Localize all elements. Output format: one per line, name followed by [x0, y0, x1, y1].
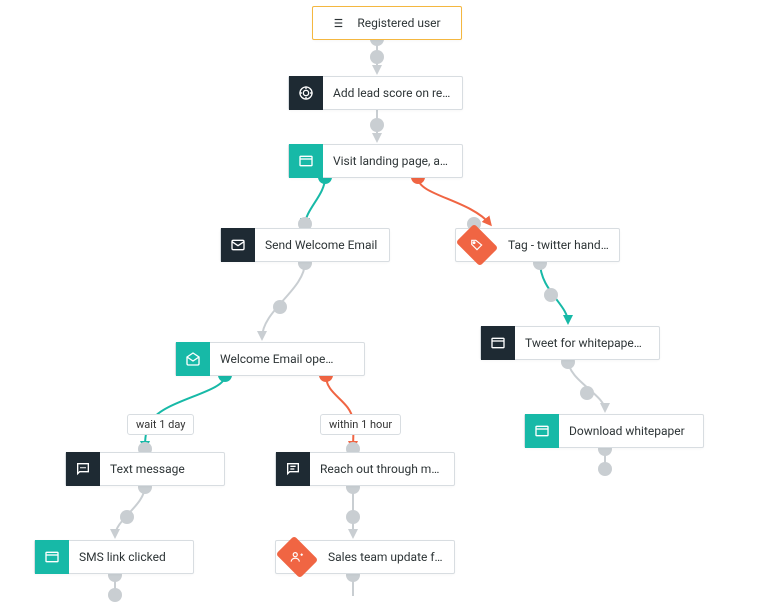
mail-closed-icon: [221, 228, 255, 262]
port: [544, 288, 558, 302]
node-label: SMS link clicked: [69, 550, 176, 564]
node-visit-landing[interactable]: Visit landing page, ap…: [288, 144, 463, 178]
node-send-welcome[interactable]: Send Welcome Email: [220, 228, 390, 262]
node-label: Reach out through mu…: [310, 462, 450, 476]
workflow-canvas[interactable]: Registered user Add lead score on reg… V…: [0, 0, 757, 603]
node-reach-out[interactable]: Reach out through mu…: [275, 452, 455, 486]
node-label: Tweet for whitepaper …: [515, 336, 655, 350]
within-badge: within 1 hour: [320, 414, 401, 435]
chat-dots-icon: [66, 452, 100, 486]
mail-open-icon: [176, 342, 210, 376]
port: [346, 510, 360, 524]
port: [370, 118, 384, 132]
node-label: Visit landing page, ap…: [323, 154, 462, 168]
node-welcome-opened[interactable]: Welcome Email opened: [175, 342, 365, 376]
node-label: Sales team update for…: [318, 550, 454, 564]
target-icon: [289, 76, 323, 110]
node-tag-twitter[interactable]: Tag - twitter handling: [455, 228, 620, 262]
chat-lines-icon: [276, 452, 310, 486]
port: [108, 588, 122, 602]
node-label: Add lead score on reg…: [323, 86, 462, 100]
node-label: Download whitepaper: [559, 424, 695, 438]
node-label: Send Welcome Email: [255, 238, 387, 252]
start-node[interactable]: Registered user: [312, 6, 462, 40]
node-text-message[interactable]: Text message: [65, 452, 225, 486]
list-icon: [323, 6, 357, 40]
node-download-whitepaper[interactable]: Download whitepaper: [524, 414, 704, 448]
node-label: Welcome Email opened: [210, 352, 350, 366]
node-sms-clicked[interactable]: SMS link clicked: [34, 540, 194, 574]
node-sales-update[interactable]: Sales team update for…: [275, 540, 455, 574]
port: [273, 300, 287, 314]
port: [580, 386, 594, 400]
node-add-lead-score[interactable]: Add lead score on reg…: [288, 76, 463, 110]
start-label: Registered user: [357, 16, 450, 30]
browser-icon: [35, 540, 69, 574]
port: [370, 50, 384, 64]
user-plus-icon: [276, 536, 318, 578]
browser-icon: [525, 414, 559, 448]
node-label: Tag - twitter handling: [498, 238, 619, 252]
node-label: Text message: [100, 462, 195, 476]
port: [120, 510, 134, 524]
browser-icon: [481, 326, 515, 360]
port: [598, 462, 612, 476]
node-tweet-whitepaper[interactable]: Tweet for whitepaper …: [480, 326, 660, 360]
browser-icon: [289, 144, 323, 178]
wait-badge: wait 1 day: [127, 414, 194, 435]
tag-icon: [456, 224, 498, 266]
